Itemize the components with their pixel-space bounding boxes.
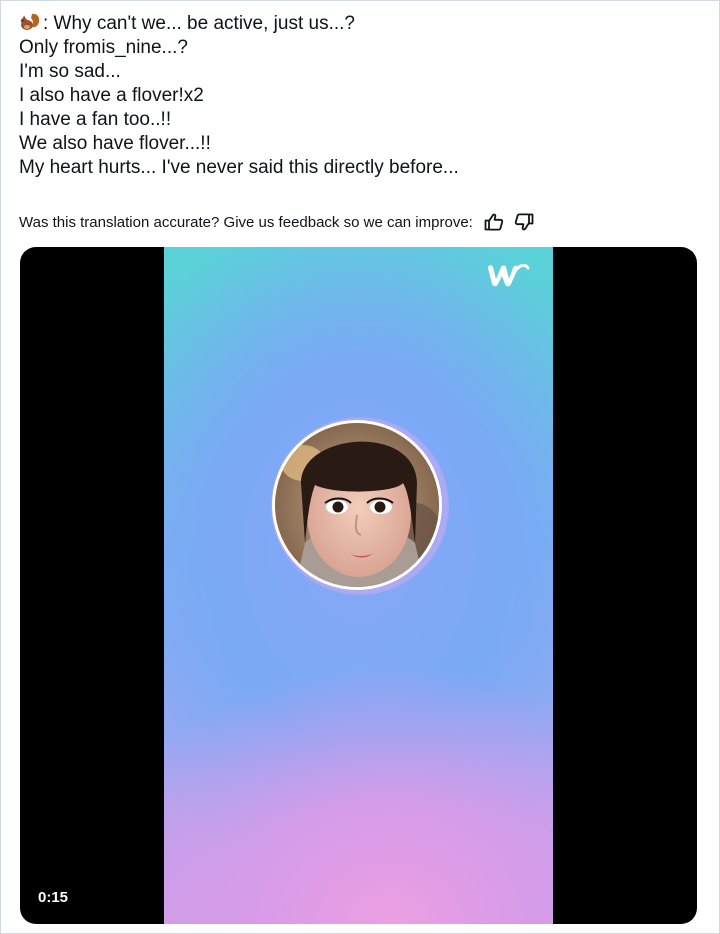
avatar	[272, 420, 442, 590]
thumbs-down-icon[interactable]	[513, 212, 535, 232]
weverse-logo-icon	[484, 259, 532, 291]
tweet-line-3: I'm so sad...	[19, 61, 121, 82]
translation-feedback: Was this translation accurate? Give us f…	[19, 211, 543, 233]
tweet-line-4: I also have a flover!x2	[19, 85, 204, 106]
tweet-line-2: Only fromis_nine...?	[19, 37, 188, 58]
video-player[interactable]: 0:15	[20, 247, 697, 924]
tweet-line-7: My heart hurts... I've never said this d…	[19, 157, 459, 178]
tweet-line-5: I have a fan too..!!	[19, 109, 172, 130]
thumbs-up-icon[interactable]	[483, 212, 505, 232]
tweet-text: : Why can't we... be active, just us...?…	[19, 12, 699, 180]
translation-feedback-prompt: Was this translation accurate? Give us f…	[19, 213, 473, 231]
tweet-line-1-text: : Why can't we... be active, just us...?	[43, 13, 355, 34]
squirrel-icon	[19, 12, 41, 32]
video-timestamp: 0:15	[30, 886, 77, 910]
tweet-line-1: : Why can't we... be active, just us...?	[19, 12, 699, 36]
tweet-line-6: We also have flover...!!	[19, 133, 211, 154]
